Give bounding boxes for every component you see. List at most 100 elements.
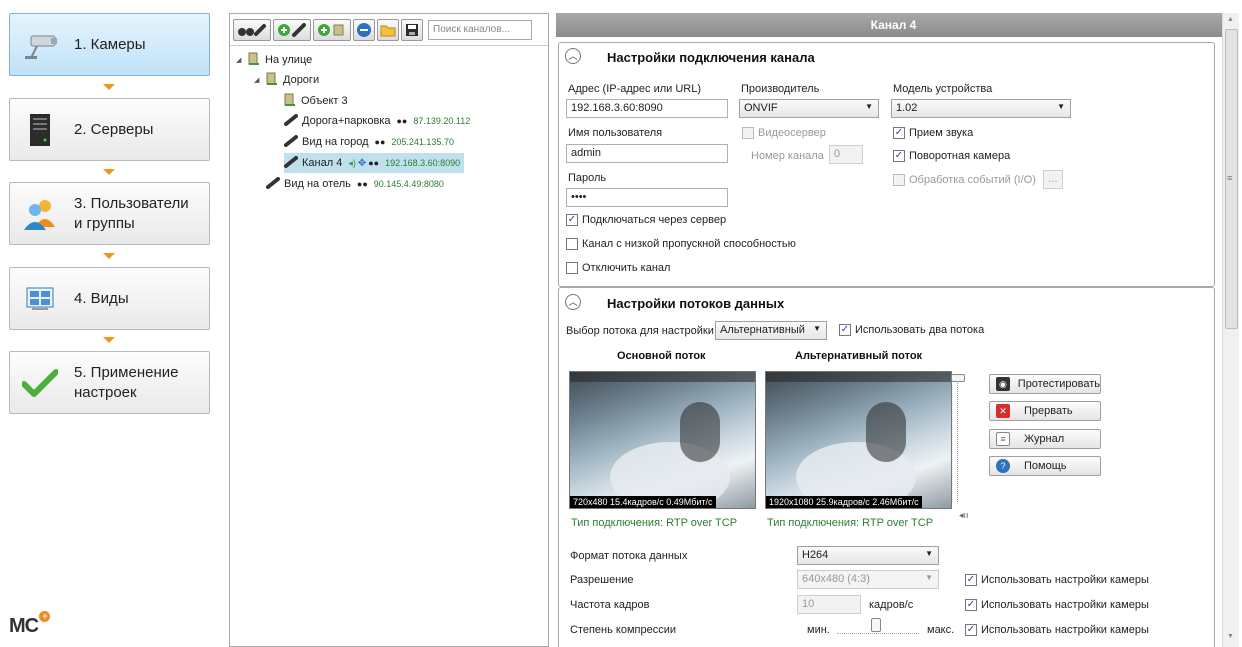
wizard-step-servers[interactable]: 2. Серверы — [9, 98, 210, 161]
audio-checkbox[interactable]: ✓ Прием звука — [893, 127, 973, 139]
stream-select-label: Выбор потока для настройки — [566, 325, 714, 337]
username-input[interactable]: admin — [566, 144, 728, 163]
tree-node-folder[interactable]: ◢ Дороги — [254, 70, 319, 90]
manufacturer-select[interactable]: ONVIF ▼ — [739, 99, 879, 118]
vertical-scrollbar[interactable]: ▲ ≡ ▼ — [1222, 13, 1239, 647]
format-select[interactable]: H264 ▼ — [797, 546, 939, 565]
chevron-down-icon: ▼ — [925, 549, 933, 558]
model-select[interactable]: 1.02 ▼ — [891, 99, 1071, 118]
help-button[interactable]: ? Помощь — [989, 456, 1101, 476]
ptz-checkbox[interactable]: ✓ Поворотная камера — [893, 150, 1010, 162]
open-folder-button[interactable] — [377, 18, 399, 41]
camera-icon — [284, 113, 298, 129]
chevron-down-icon: ▼ — [865, 102, 873, 111]
use-two-streams-checkbox[interactable]: ✓ Использовать два потока — [839, 324, 984, 336]
stream-select[interactable]: Альтернативный ▼ — [715, 321, 827, 340]
use-camera-fps-checkbox[interactable]: ✓ Использовать настройки камеры — [965, 599, 1149, 611]
users-icon — [20, 194, 60, 234]
use-camera-compression-checkbox[interactable]: ✓ Использовать настройки камеры — [965, 624, 1149, 636]
tree-node-camera[interactable]: Вид на город ●● 205.241.135.70 — [284, 132, 454, 152]
help-icon: ? — [996, 459, 1010, 473]
events-checkbox[interactable]: Обработка событий (I/O) — [893, 174, 1036, 186]
binoculars-icon: ●● — [374, 137, 386, 147]
add-folder-button[interactable] — [313, 18, 351, 41]
main-stream-header: Основной поток — [617, 350, 706, 362]
resolution-select[interactable]: 640x480 (4:3) ▼ — [797, 570, 939, 589]
plus-icon: + — [39, 611, 50, 622]
step-arrow-icon — [103, 169, 115, 175]
volume-slider[interactable] — [951, 374, 971, 502]
chevron-down-icon: ▼ — [1057, 102, 1065, 111]
views-icon — [20, 279, 60, 319]
remove-button[interactable] — [353, 18, 375, 41]
fps-input[interactable]: 10 — [797, 595, 861, 614]
expand-icon[interactable]: ◢ — [236, 56, 248, 64]
ptz-icon: ✥ — [357, 157, 367, 169]
save-icon[interactable] — [401, 18, 423, 41]
low-bandwidth-checkbox[interactable]: Канал с низкой пропускной способностью — [566, 238, 796, 250]
test-button[interactable]: ◉ Протестировать — [989, 374, 1101, 394]
step-arrow-icon — [103, 337, 115, 343]
step-arrow-icon — [103, 84, 115, 90]
main-stream-stats: 720x480 15.4кадров/с 0.49Мбит/с — [570, 496, 716, 508]
channel-number-input[interactable]: 0 — [829, 145, 863, 164]
address-label: Адрес (IP-адрес или URL) — [568, 83, 702, 95]
group-title: Настройки потоков данных — [607, 296, 785, 311]
document-icon: ≡ — [996, 432, 1010, 446]
tree-node-folder[interactable]: ◢ На улице — [236, 50, 312, 70]
step-arrow-icon — [103, 253, 115, 259]
abort-button[interactable]: ✕ Прервать — [989, 401, 1101, 421]
wizard-step-users[interactable]: 3. Пользователи и группы — [9, 182, 210, 245]
wizard-step-views[interactable]: 4. Виды — [9, 267, 210, 330]
setup-wizard: 1. Камеры 2. Серверы 3. Пользователи и гр… — [0, 0, 218, 647]
speaker-icon[interactable]: ◂ıı — [959, 510, 969, 521]
fps-label: Частота кадров — [570, 599, 650, 611]
resolution-label: Разрешение — [570, 574, 634, 586]
folder-icon — [284, 93, 296, 110]
connection-settings-group: ︿ Настройки подключения канала Адрес (IP… — [558, 42, 1215, 287]
channel-title: Канал 4 — [556, 13, 1231, 37]
scroll-down-icon[interactable]: ▼ — [1227, 633, 1234, 640]
videoserver-checkbox[interactable]: Видеосервер — [742, 127, 826, 139]
log-button[interactable]: ≡ Журнал — [989, 429, 1101, 449]
wizard-step-label: 5. Применение настроек — [74, 363, 179, 401]
scroll-up-icon[interactable]: ▲ — [1227, 16, 1234, 23]
channel-number-label: Номер канала — [751, 150, 824, 162]
add-camera-button[interactable] — [273, 18, 311, 41]
collapse-icon[interactable]: ︿ — [565, 48, 581, 64]
wizard-step-apply[interactable]: 5. Применение настроек — [9, 351, 210, 414]
wizard-step-cameras[interactable]: 1. Камеры — [9, 13, 210, 76]
alt-stream-preview: 1920x1080 25.9кадров/с 2.46Мбит/с — [765, 371, 952, 509]
chevron-down-icon: ▼ — [813, 324, 821, 333]
channel-tree-panel: Поиск каналов... ◢ На улице ◢ Дороги Объ… — [229, 13, 549, 647]
folder-icon — [248, 52, 260, 69]
tree-node-camera-selected[interactable]: Канал 4 ◂) ✥ ●● 192.168.3.60:8090 — [284, 153, 465, 173]
fps-unit: кадров/с — [869, 599, 914, 611]
main-connection-type: Тип подключения: RTP over TCP — [571, 517, 738, 529]
wizard-step-label: 4. Виды — [74, 289, 129, 307]
tree-node-camera[interactable]: Вид на отель ●● 90.145.4.49:8080 — [266, 174, 444, 194]
server-icon — [20, 110, 60, 150]
search-cameras-button[interactable] — [233, 18, 271, 41]
binoculars-icon: ●● — [356, 179, 368, 189]
events-settings-button[interactable]: ... — [1043, 170, 1063, 189]
use-camera-resolution-checkbox[interactable]: ✓ Использовать настройки камеры — [965, 574, 1149, 586]
channel-search-input[interactable]: Поиск каналов... — [428, 19, 532, 40]
compression-label: Степень компрессии — [570, 624, 677, 636]
model-label: Модель устройства — [893, 83, 993, 95]
tree-node-folder[interactable]: Объект 3 — [284, 91, 348, 111]
expand-icon[interactable]: ◢ — [254, 76, 266, 84]
collapse-icon[interactable]: ︿ — [565, 294, 581, 310]
disable-channel-checkbox[interactable]: Отключить канал — [566, 262, 670, 274]
tree-node-camera[interactable]: Дорога+парковка ●● 87.139.20.112 — [284, 111, 470, 131]
alt-connection-type: Тип подключения: RTP over TCP — [767, 517, 934, 529]
main-stream-preview: 720x480 15.4кадров/с 0.49Мбит/с — [569, 371, 756, 509]
address-input[interactable]: 192.168.3.60:8090 — [566, 99, 728, 118]
via-server-checkbox[interactable]: ✓ Подключаться через сервер — [566, 214, 726, 226]
camera-icon — [266, 176, 280, 192]
compression-slider[interactable] — [837, 618, 919, 634]
password-input[interactable]: •••• — [566, 188, 728, 207]
folder-icon — [266, 72, 278, 89]
wizard-step-label: 3. Пользователи и группы — [74, 194, 189, 232]
audio-icon: ◂) — [348, 157, 356, 168]
